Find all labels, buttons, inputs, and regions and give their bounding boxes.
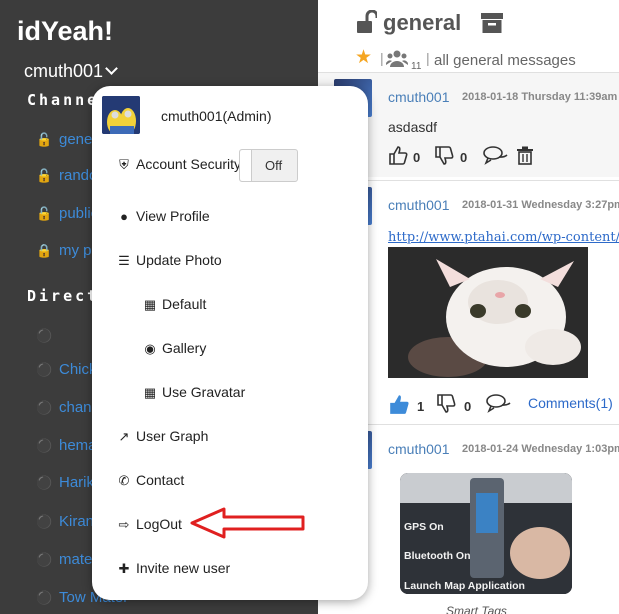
cat-image[interactable]: [388, 247, 588, 378]
dislike-count: 0: [464, 399, 472, 414]
archive-icon[interactable]: [481, 13, 503, 33]
avatar: [102, 96, 140, 134]
user-circle-icon: ⚫: [36, 475, 53, 490]
user-circle-icon: ⚫: [36, 328, 53, 343]
users-icon[interactable]: [386, 50, 408, 67]
user-menu-toggle[interactable]: cmuth001: [24, 61, 118, 82]
comments-icon[interactable]: [486, 393, 512, 413]
message-actions: 1 0: [388, 393, 518, 415]
sign-out-icon: ⇨: [118, 517, 130, 532]
red-arrow-annotation: [190, 507, 305, 539]
separator: |: [426, 50, 430, 66]
unlock-icon: [357, 10, 377, 33]
unlock-icon: 🔓: [36, 206, 53, 221]
minions-avatar-image: [102, 96, 140, 134]
comments-link[interactable]: Comments(1): [528, 395, 613, 411]
comments-icon[interactable]: [483, 145, 509, 165]
message-author[interactable]: cmuth001: [388, 441, 449, 457]
channel-header: general ★ | 11 | all general messages: [318, 0, 619, 72]
app-title: idYeah!: [17, 16, 114, 46]
thumbs-down-icon[interactable]: [436, 394, 456, 414]
like-count: 0: [413, 150, 421, 165]
like-count: 1: [417, 399, 425, 414]
message-link[interactable]: http://www.ptahai.com/wp-content/: [388, 230, 619, 245]
image-icon: ▦: [143, 385, 157, 400]
menu-item-user-graph[interactable]: ↗ User Graph: [116, 428, 209, 445]
user-circle-icon: ⚫: [36, 514, 53, 529]
menu-item-default[interactable]: ▦ Default: [142, 296, 207, 313]
chevron-down-icon: [105, 62, 118, 75]
user-icon: ●: [120, 209, 128, 224]
channel-description: all general messages: [434, 52, 576, 69]
image-label: GPS On: [404, 521, 444, 533]
bars-icon: ☰: [118, 253, 130, 268]
dislike-count: 0: [460, 150, 468, 165]
menu-item-use-gravatar[interactable]: ▦ Use Gravatar: [142, 384, 245, 401]
menu-item-view-profile[interactable]: ● View Profile: [116, 208, 210, 224]
user-circle-icon: ⚫: [36, 590, 53, 605]
camera-icon: ◉: [144, 341, 156, 356]
account-security-label: ⛨ Account Security: [116, 156, 241, 173]
image-label: Bluetooth On: [404, 550, 471, 562]
menu-item-logout[interactable]: ⇨ LogOut: [116, 516, 182, 533]
line-chart-icon: ↗: [118, 429, 130, 444]
sidebar-dm-item[interactable]: ⚫ Kiran: [36, 513, 94, 530]
username-label: cmuth001: [24, 61, 104, 81]
unlock-icon: 🔓: [36, 132, 53, 147]
member-count: 11: [411, 61, 422, 72]
channel-title: general: [383, 10, 462, 35]
cat-photo: [388, 247, 588, 378]
toggle-state: Off: [265, 158, 283, 173]
unlock-icon: 🔓: [36, 168, 53, 183]
message-timestamp: 2018-01-24 Wednesday 1:03pm: [462, 443, 619, 455]
car-dash-photo: [400, 473, 572, 594]
smart-tags-image[interactable]: GPS On Bluetooth On Launch Map Applicati…: [400, 473, 572, 594]
star-icon[interactable]: ★: [355, 48, 372, 67]
shield-icon: ⛨: [119, 157, 129, 172]
user-circle-icon: ⚫: [36, 552, 53, 567]
thumbs-up-icon[interactable]: [388, 145, 408, 165]
account-security-toggle[interactable]: Off: [239, 149, 298, 182]
message-timestamp: 2018-01-31 Wednesday 3:27pm: [462, 199, 619, 211]
message-text: asdasdf: [388, 119, 438, 135]
phone-icon: ✆: [118, 473, 130, 488]
message-timestamp: 2018-01-18 Thursday 11:39am: [462, 91, 618, 103]
menu-item-contact[interactable]: ✆ Contact: [116, 472, 185, 489]
trash-icon[interactable]: [516, 146, 534, 165]
user-circle-icon: ⚫: [36, 438, 53, 453]
image-icon: ▦: [143, 297, 157, 312]
message-author[interactable]: cmuth001: [388, 197, 449, 213]
dropdown-username: cmuth001(Admin): [161, 108, 272, 124]
message-actions: 0 0: [388, 145, 548, 167]
user-circle-icon: ⚫: [36, 362, 53, 377]
image-label: Launch Map Application: [404, 580, 525, 592]
thumbs-down-icon[interactable]: [434, 146, 454, 166]
sidebar-dm-item[interactable]: ⚫: [36, 327, 59, 344]
message-author[interactable]: cmuth001: [388, 89, 449, 105]
lock-icon: 🔒: [36, 243, 53, 258]
user-circle-icon: ⚫: [36, 400, 53, 415]
image-caption: Smart Tags: [446, 604, 507, 614]
menu-item-invite-new-user[interactable]: ✚ Invite new user: [116, 560, 231, 577]
toggle-knob: [240, 150, 252, 181]
user-plus-icon: ✚: [118, 561, 130, 576]
menu-item-update-photo[interactable]: ☰ Update Photo: [116, 252, 221, 269]
thumbs-up-icon[interactable]: [388, 393, 410, 415]
sidebar-channel-public[interactable]: 🔓 public: [36, 205, 98, 222]
menu-item-gallery[interactable]: ◉ Gallery: [142, 340, 206, 357]
separator: |: [380, 50, 384, 66]
sidebar-dm-item[interactable]: ⚫ mate: [36, 551, 92, 568]
